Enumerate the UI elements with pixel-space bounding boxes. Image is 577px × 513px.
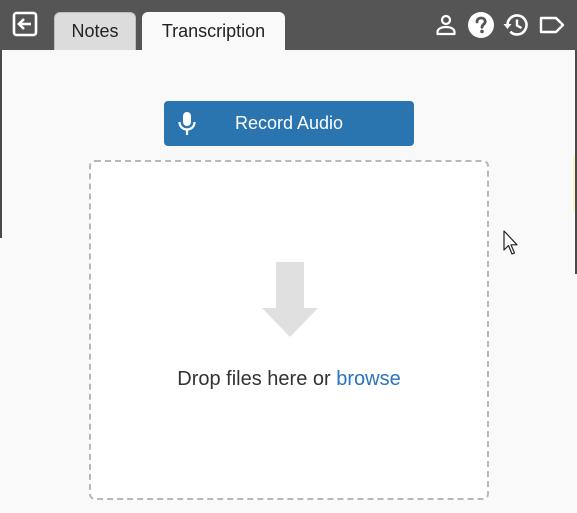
user-button[interactable] — [432, 11, 460, 39]
top-bar: Notes Transcription — [0, 0, 577, 50]
exit-button[interactable] — [10, 9, 40, 39]
dropzone-text: Drop files here or browse — [91, 368, 487, 391]
history-icon — [503, 14, 528, 36]
tab-notes[interactable]: Notes — [54, 12, 136, 50]
help-icon — [468, 12, 494, 38]
exit-icon — [12, 11, 38, 37]
record-audio-label: Record Audio — [234, 113, 344, 133]
file-dropzone[interactable]: Drop files here or browse — [89, 160, 489, 500]
tag-button[interactable] — [538, 11, 566, 39]
mouse-pointer-icon — [503, 230, 518, 255]
browse-link[interactable]: browse — [336, 368, 400, 390]
tag-icon — [539, 16, 565, 34]
user-icon — [436, 14, 456, 36]
record-audio-button[interactable]: Record Audio — [164, 101, 414, 146]
tab-transcription-label: Transcription — [161, 20, 266, 41]
tab-notes-label: Notes — [71, 21, 119, 41]
history-button[interactable] — [502, 11, 530, 39]
help-button[interactable] — [467, 11, 495, 39]
download-arrow-icon — [262, 262, 318, 337]
window-edge-highlight — [573, 155, 575, 211]
tab-transcription[interactable]: Transcription — [142, 12, 285, 50]
dropzone-instruction: Drop files here or — [177, 368, 331, 390]
window-edge-left — [0, 50, 2, 238]
